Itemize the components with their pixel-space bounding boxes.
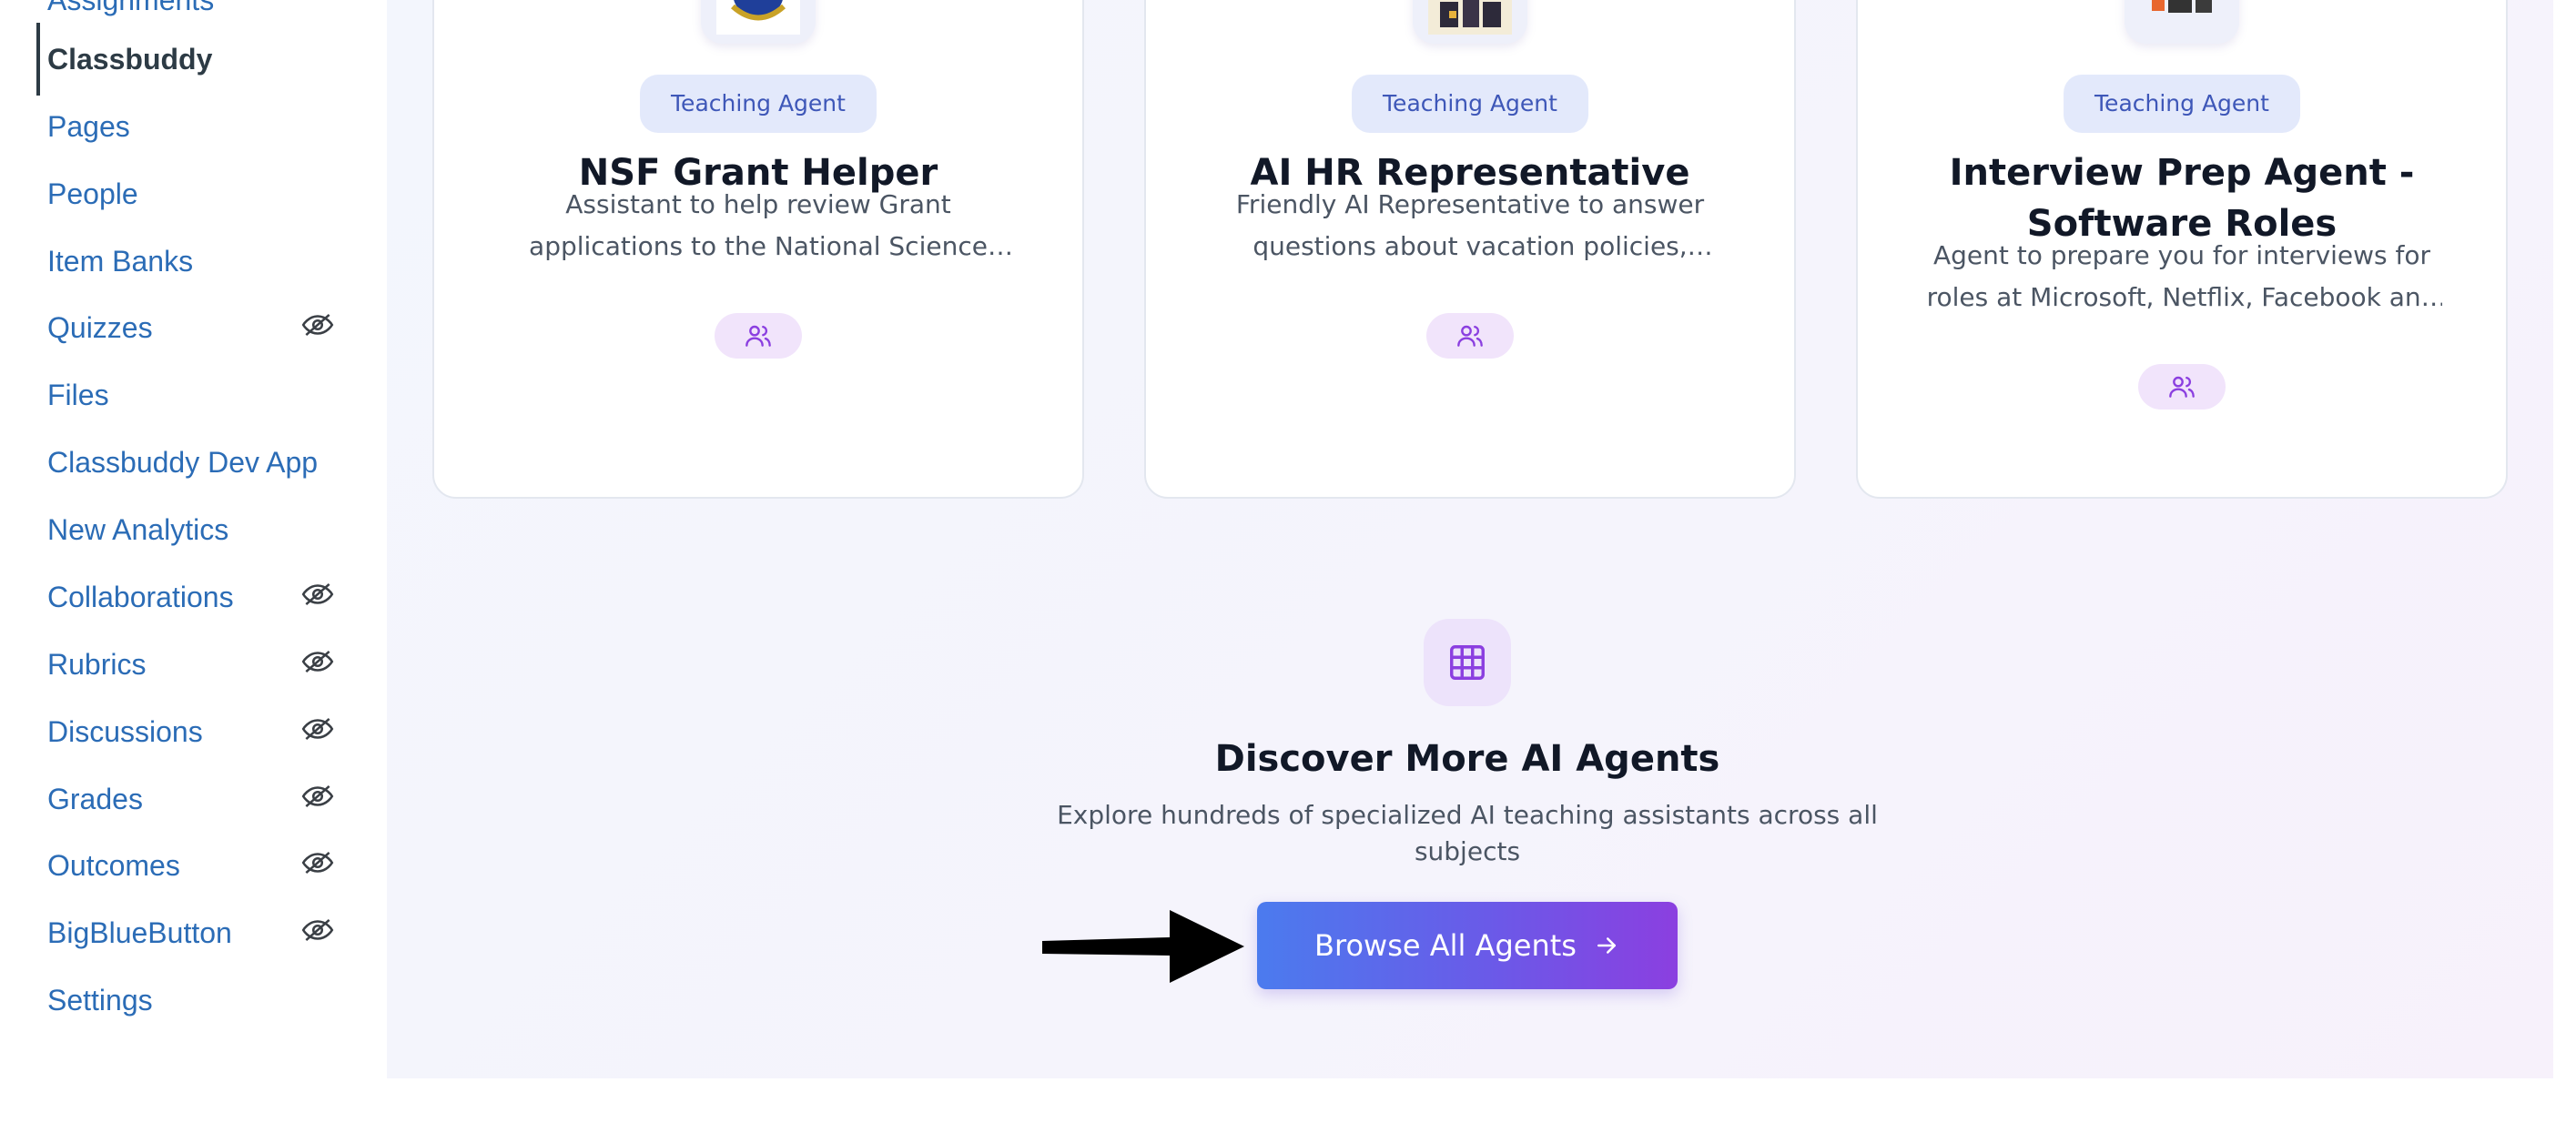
- classbuddy-content: Teaching Agent NSF Grant Helper Assistan…: [387, 0, 2553, 1078]
- sidebar-item-new-analytics[interactable]: New Analytics: [47, 502, 339, 557]
- sidebar-item-bigbluebutton[interactable]: BigBlueButton: [47, 905, 339, 960]
- sidebar-item-grades[interactable]: Grades: [47, 772, 339, 826]
- agent-description: Agent to prepare you for interviews for …: [1926, 240, 2438, 312]
- page-footer-space: [0, 1078, 2576, 1143]
- sidebar-item-outcomes[interactable]: Outcomes: [47, 838, 339, 893]
- sidebar-item-assignments[interactable]: Assignments: [47, 0, 339, 27]
- discover-title: Discover More AI Agents: [1214, 738, 1720, 780]
- agent-avatar: [2125, 0, 2239, 44]
- eye-slash-icon: [301, 918, 334, 942]
- sidebar-item-discussions[interactable]: Discussions: [47, 704, 339, 759]
- arrow-right-icon: [1597, 937, 1616, 954]
- eye-slash-icon: [301, 784, 334, 808]
- eye-slash-icon: [301, 582, 334, 606]
- sidebar-item-item-banks[interactable]: Item Banks: [47, 234, 339, 288]
- users-icon: [1426, 313, 1514, 359]
- eye-slash-icon: [301, 650, 334, 673]
- teaching-agent-badge: Teaching Agent: [2064, 75, 2300, 133]
- teaching-agent-badge: Teaching Agent: [640, 75, 877, 133]
- active-indicator: [36, 23, 40, 96]
- sidebar-item-people[interactable]: People: [47, 167, 339, 221]
- browse-button-label: Browse All Agents: [1314, 928, 1577, 963]
- browse-all-agents-button[interactable]: Browse All Agents: [1257, 902, 1678, 989]
- agent-card[interactable]: Teaching Agent NSF Grant Helper Assistan…: [432, 0, 1084, 499]
- sidebar-item-rubrics[interactable]: Rubrics: [47, 637, 339, 692]
- eye-slash-icon: [301, 717, 334, 741]
- agent-avatar: [701, 0, 816, 44]
- agent-card[interactable]: Teaching Agent AI HR Representative Frie…: [1144, 0, 1796, 499]
- sidebar-item-quizzes[interactable]: Quizzes: [47, 300, 339, 355]
- course-navigation: Assignments Classbuddy Pages People Item…: [0, 0, 387, 1143]
- sidebar-item-settings[interactable]: Settings: [47, 973, 339, 1027]
- agent-avatar: [1413, 0, 1527, 44]
- eye-slash-icon: [301, 313, 334, 337]
- sidebar-item-pages[interactable]: Pages: [47, 99, 339, 154]
- teaching-agent-badge: Teaching Agent: [1352, 75, 1588, 133]
- sidebar-item-classbuddy-dev-app[interactable]: Classbuddy Dev App: [47, 435, 339, 490]
- grid-icon: [1424, 619, 1511, 706]
- eye-slash-icon: [301, 851, 334, 875]
- sidebar-item-collaborations[interactable]: Collaborations: [47, 570, 339, 624]
- sidebar-item-classbuddy[interactable]: Classbuddy: [47, 32, 339, 86]
- arrow-annotation: [1042, 910, 1244, 983]
- sidebar-item-files[interactable]: Files: [47, 368, 339, 422]
- agent-description: Friendly AI Representative to answer que…: [1235, 189, 1705, 261]
- users-icon: [2138, 364, 2226, 410]
- agent-card[interactable]: Teaching Agent Interview Prep Agent - So…: [1856, 0, 2508, 499]
- users-icon: [715, 313, 802, 359]
- discover-subtitle: Explore hundreds of specialized AI teach…: [1057, 800, 1878, 866]
- agent-description: Assistant to help review Grant applicati…: [529, 189, 988, 261]
